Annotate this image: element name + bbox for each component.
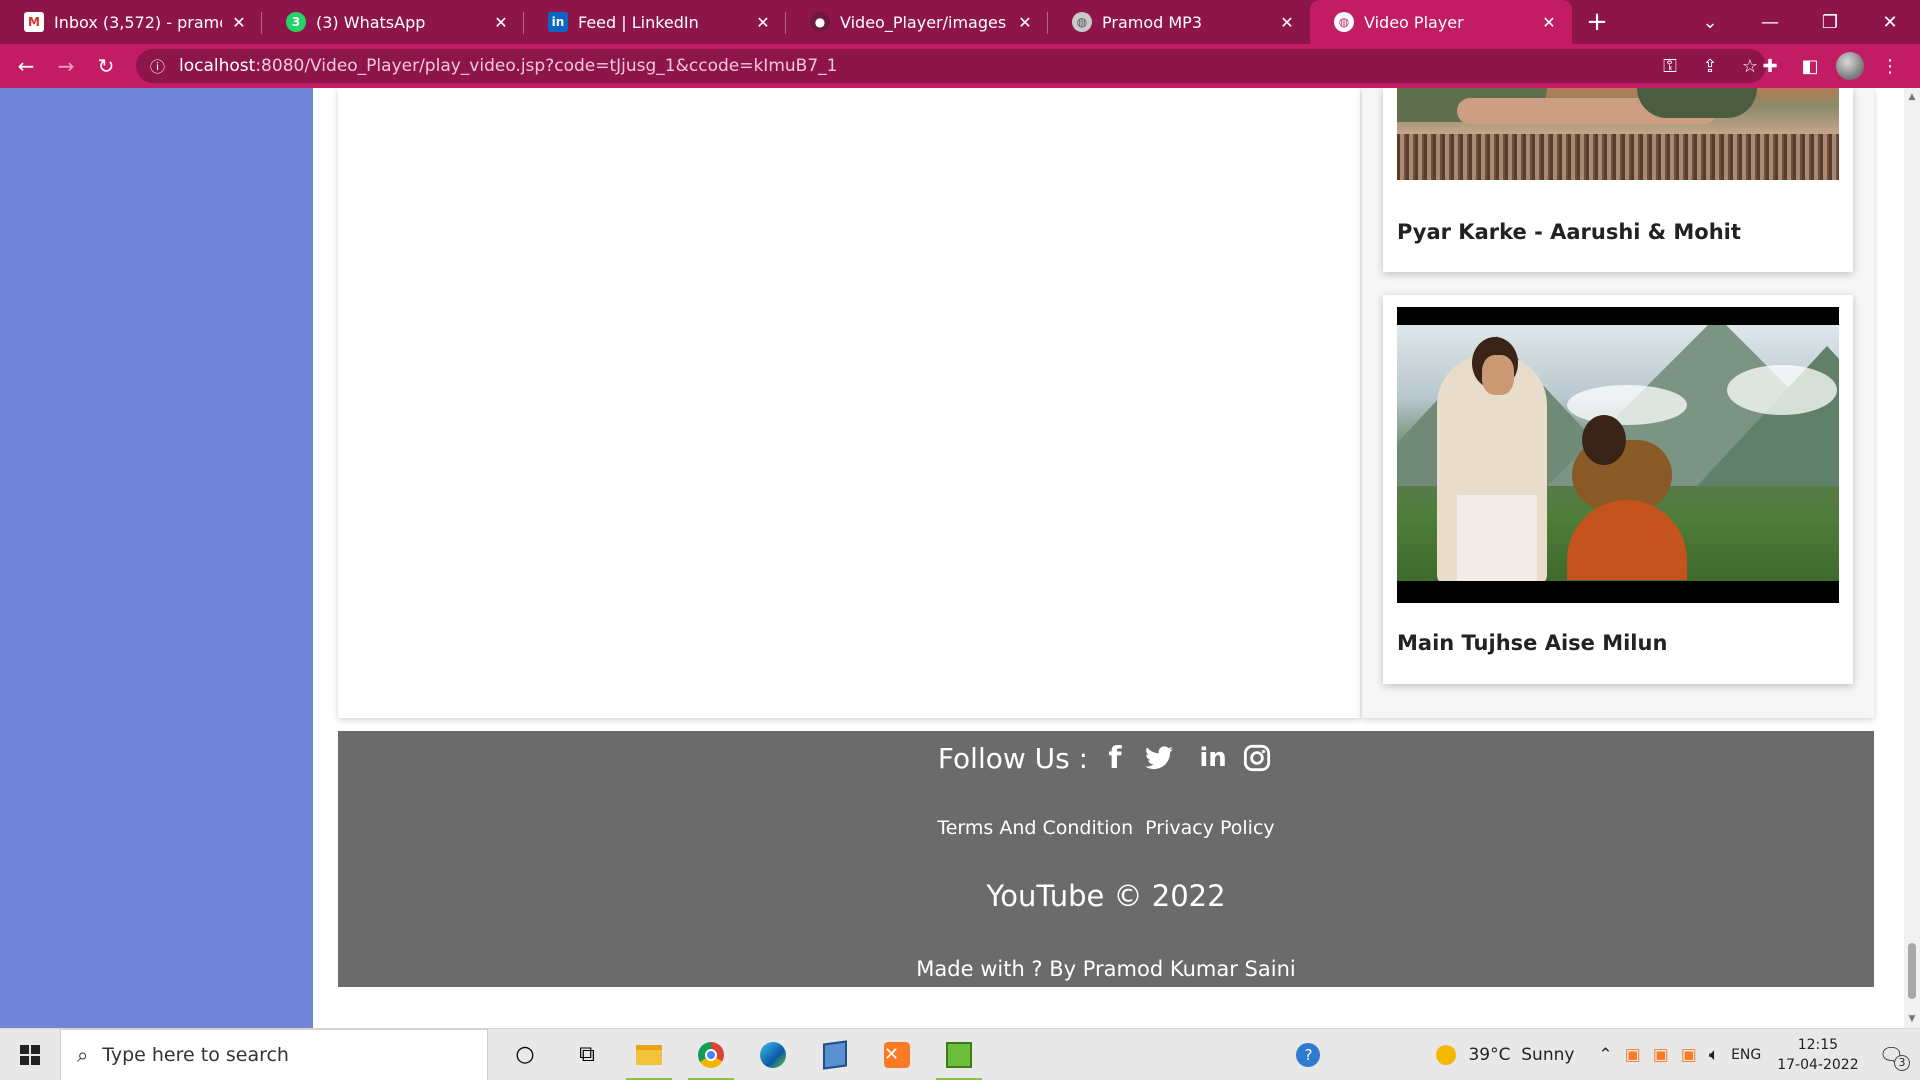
address-bar[interactable]: ⓘ localhost:8080/Video_Player/play_video… xyxy=(136,49,1766,83)
url-path: :8080/Video_Player/play_video.jsp?code=t… xyxy=(255,56,838,76)
search-icon: ⌕ xyxy=(77,1042,89,1067)
window-controls: ⌄ — ❐ ✕ xyxy=(1680,0,1920,44)
video-title[interactable]: Pyar Karke - Aarushi & Mohit xyxy=(1397,220,1741,244)
windows-taskbar: ⌕ Type here to search ○ ⧉ ✕ ? 39°C Sunny… xyxy=(0,1028,1920,1080)
page-footer: Follow Us : f in Terms And Condition Pri… xyxy=(338,731,1874,987)
gmail-icon: M xyxy=(24,12,44,32)
scrollbar[interactable]: ▲ ▼ xyxy=(1904,88,1920,1028)
scrollbar-thumb[interactable] xyxy=(1908,943,1916,999)
back-button[interactable]: ← xyxy=(6,46,46,86)
tab-title: Inbox (3,572) - pramodsaini xyxy=(54,12,222,32)
edge-icon[interactable] xyxy=(742,1029,804,1080)
video-thumbnail[interactable] xyxy=(1397,88,1839,180)
github-icon: ● xyxy=(810,12,830,32)
speaker-icon[interactable]: 🔈︎ xyxy=(1709,1045,1719,1065)
follow-us-label: Follow Us : xyxy=(937,741,1089,775)
close-icon[interactable]: ✕ xyxy=(230,13,248,32)
clock[interactable]: 12:15 17-04-2022 xyxy=(1777,1035,1858,1075)
forward-button[interactable]: → xyxy=(46,46,86,86)
tab-gmail[interactable]: M Inbox (3,572) - pramodsaini ✕ xyxy=(0,0,262,44)
weather-text[interactable]: 39°C Sunny xyxy=(1468,1045,1574,1065)
chevron-up-icon[interactable]: ⌃ xyxy=(1598,1045,1612,1065)
task-view-icon[interactable]: ⧉ xyxy=(556,1029,618,1080)
made-with-text: Made with ? By Pramod Kumar Saini xyxy=(916,957,1296,981)
clock-time: 12:15 xyxy=(1797,1037,1839,1053)
tab-linkedin[interactable]: in Feed | LinkedIn ✕ xyxy=(524,0,786,44)
avatar[interactable] xyxy=(1836,52,1864,80)
xampp-tray-icon[interactable]: ▣ xyxy=(1681,1045,1697,1065)
tab-title: Video Player xyxy=(1364,12,1464,32)
windows-icon xyxy=(20,1044,40,1065)
close-icon[interactable]: ✕ xyxy=(754,13,772,32)
instagram-icon[interactable] xyxy=(1240,741,1274,775)
xampp-tray-icon[interactable]: ▣ xyxy=(1625,1045,1641,1065)
recommendation-card[interactable]: Pyar Karke - Aarushi & Mohit xyxy=(1383,88,1853,272)
notification-icon[interactable]: 🗨︎ 3 xyxy=(1879,1043,1910,1071)
linkedin-icon[interactable]: in xyxy=(1196,741,1230,775)
minimize-button[interactable]: — xyxy=(1740,0,1800,44)
notepad-icon[interactable] xyxy=(928,1029,990,1080)
file-explorer-icon[interactable] xyxy=(618,1029,680,1080)
reload-button[interactable]: ↻ xyxy=(86,46,126,86)
notification-count: 3 xyxy=(1894,1055,1910,1071)
follow-us: Follow Us : f in xyxy=(338,741,1874,776)
close-icon[interactable]: ✕ xyxy=(492,13,510,32)
tab-strip: M Inbox (3,572) - pramodsaini ✕ 3 (3) Wh… xyxy=(0,0,1920,44)
menu-icon[interactable]: ⋮ xyxy=(1870,56,1910,77)
start-button[interactable] xyxy=(0,1029,60,1080)
close-window-button[interactable]: ✕ xyxy=(1860,0,1920,44)
tab-video-player[interactable]: ◍ Video Player ✕ xyxy=(1310,0,1572,44)
browser-toolbar: ← → ↻ ⓘ localhost:8080/Video_Player/play… xyxy=(0,44,1920,88)
sidebar xyxy=(0,88,313,1028)
restore-button[interactable]: ❐ xyxy=(1800,0,1860,44)
tab-search-icon[interactable]: ⌄ xyxy=(1680,0,1740,44)
globe-icon: ◍ xyxy=(1072,12,1092,32)
clock-date: 17-04-2022 xyxy=(1777,1057,1859,1073)
taskbar-search[interactable]: ⌕ Type here to search xyxy=(60,1028,488,1080)
chrome-icon[interactable] xyxy=(680,1029,742,1080)
close-icon[interactable]: ✕ xyxy=(1016,13,1034,32)
tab-title: Video_Player/images at main xyxy=(840,12,1008,32)
copyright-text: YouTube © 2022 xyxy=(986,879,1226,913)
scroll-up-icon[interactable]: ▲ xyxy=(1904,92,1920,102)
virtualbox-icon[interactable] xyxy=(804,1029,866,1080)
share-icon[interactable]: ⇪ xyxy=(1690,56,1730,77)
video-title[interactable]: Main Tujhse Aise Milun xyxy=(1397,631,1667,655)
close-icon[interactable]: ✕ xyxy=(1278,13,1296,32)
page-viewport: Pyar Karke - Aarushi & Mohit Main Tujhse… xyxy=(0,88,1920,1028)
whatsapp-icon: 3 xyxy=(286,12,306,32)
tab-title: Pramod MP3 xyxy=(1102,12,1202,32)
video-thumbnail[interactable] xyxy=(1397,307,1839,603)
close-icon[interactable]: ✕ xyxy=(1540,13,1558,32)
weather-sun-icon[interactable] xyxy=(1436,1045,1457,1065)
cortana-icon[interactable]: ○ xyxy=(494,1029,556,1080)
system-tray: ? 39°C Sunny ⌃ ▣ ▣ ▣ 🔈︎ ENG 12:15 17-04-… xyxy=(1290,1029,1920,1080)
globe-icon: ◍ xyxy=(1334,12,1354,32)
key-icon[interactable]: ⚿ xyxy=(1650,56,1690,77)
privacy-link[interactable]: Privacy Policy xyxy=(1145,817,1274,839)
twitter-icon[interactable] xyxy=(1142,741,1176,775)
help-icon[interactable]: ? xyxy=(1296,1043,1321,1067)
video-main-panel xyxy=(338,88,1360,718)
tab-github[interactable]: ● Video_Player/images at main ✕ xyxy=(786,0,1048,44)
site-info-icon[interactable]: ⓘ xyxy=(150,56,165,77)
scroll-down-icon[interactable]: ▼ xyxy=(1904,1014,1920,1024)
extensions-icon[interactable]: ✚ xyxy=(1750,56,1790,77)
terms-link[interactable]: Terms And Condition xyxy=(937,817,1133,839)
recommendation-card[interactable]: Main Tujhse Aise Milun xyxy=(1383,295,1853,684)
linkedin-icon: in xyxy=(548,12,568,32)
tab-title: Feed | LinkedIn xyxy=(578,12,699,32)
xampp-tray-icon[interactable]: ▣ xyxy=(1653,1045,1669,1065)
facebook-icon[interactable]: f xyxy=(1098,741,1132,776)
tab-whatsapp[interactable]: 3 (3) WhatsApp ✕ xyxy=(262,0,524,44)
url-host: localhost xyxy=(179,56,256,76)
search-placeholder: Type here to search xyxy=(102,1043,289,1066)
tab-pramod-mp3[interactable]: ◍ Pramod MP3 ✕ xyxy=(1048,0,1310,44)
language-indicator[interactable]: ENG xyxy=(1731,1047,1761,1063)
tab-title: (3) WhatsApp xyxy=(316,12,426,32)
new-tab-button[interactable]: + xyxy=(1572,0,1622,44)
xampp-icon[interactable]: ✕ xyxy=(866,1029,928,1080)
side-panel-icon[interactable]: ◧ xyxy=(1790,56,1830,77)
